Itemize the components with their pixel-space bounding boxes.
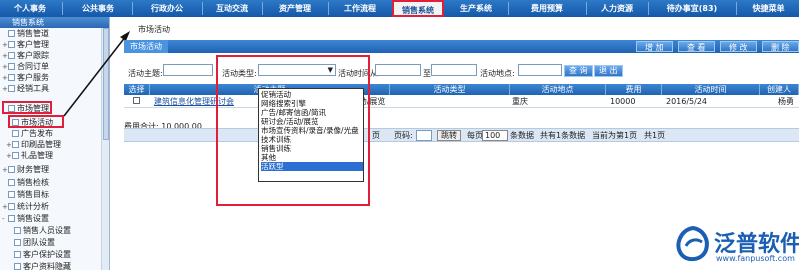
nav-item-public[interactable]: 公共事务: [66, 0, 130, 17]
nav-item-workflow[interactable]: 工作流程: [330, 0, 390, 17]
tab-bar: 市场活动 增 加 查 看 修 改 删 除: [124, 40, 799, 53]
current-page-text: 当前为第1页: [592, 131, 638, 140]
row-creator: 杨勇: [778, 97, 794, 106]
sidebar-item-check[interactable]: 销售检核: [8, 178, 49, 188]
time-from-input[interactable]: [375, 64, 421, 76]
tab-market-activity[interactable]: 市场活动: [124, 40, 168, 53]
col-place[interactable]: 活动地点: [510, 84, 606, 95]
sidebar-item-tools[interactable]: + 经销工具: [2, 84, 49, 94]
sidebar-item-protect[interactable]: 客户保护设置: [14, 250, 71, 260]
sidebar-header: 销售系统: [0, 17, 109, 28]
logo-url: www.fanpusoft.com: [716, 254, 795, 263]
add-button[interactable]: 增 加: [636, 41, 673, 52]
highlight-marketing: [2, 101, 52, 114]
sidebar-item-target[interactable]: 销售目标: [8, 190, 49, 200]
col-date[interactable]: 活动时间: [662, 84, 760, 95]
row-checkbox[interactable]: [133, 95, 140, 108]
time-to-input[interactable]: [431, 64, 477, 76]
nav-item-assets[interactable]: 资产管理: [264, 0, 326, 17]
nav-item-hr[interactable]: 人力资源: [588, 0, 646, 17]
logo-icon: [676, 226, 709, 262]
total-pages-text: 共1页: [644, 131, 666, 140]
edit-button[interactable]: 修 改: [720, 41, 757, 52]
nav-item-sales[interactable]: 销售系统: [392, 0, 444, 17]
top-nav: 个人事务 公共事务 行政办公 互动交流 资产管理 工作流程 销售系统 生产系统 …: [0, 0, 799, 17]
sidebar-item-team[interactable]: 团队设置: [14, 238, 55, 248]
pager-prev-text: 页: [372, 131, 380, 140]
sidebar-item-gifts[interactable]: + 礼品管理: [6, 151, 53, 161]
delete-button[interactable]: 删 除: [762, 41, 799, 52]
count-text: 共有1条数据: [540, 131, 586, 140]
row-place: 重庆: [512, 97, 528, 106]
nav-item-budget[interactable]: 费用预算: [510, 0, 584, 17]
subject-input[interactable]: [163, 64, 213, 76]
nav-item-todo[interactable]: 待办事宜(83): [650, 0, 734, 17]
highlight-type-filter: [216, 55, 370, 206]
sidebar-item-contracts[interactable]: + 合同订单: [2, 62, 49, 72]
row-cost: 10000: [610, 97, 636, 106]
sidebar-item-settings[interactable]: - 销售设置: [2, 214, 49, 224]
sidebar-item-finance[interactable]: + 财务管理: [2, 165, 49, 175]
sidebar-item-ads[interactable]: 广告发布: [12, 129, 53, 139]
nav-item-production[interactable]: 生产系统: [446, 0, 506, 17]
nav-item-admin[interactable]: 行政办公: [134, 0, 200, 17]
nav-item-personal[interactable]: 个人事务: [0, 0, 60, 17]
sidebar-item-customers[interactable]: + 客户管理: [2, 40, 49, 50]
to-label: 至: [423, 69, 431, 78]
col-creator[interactable]: 创建人: [760, 84, 799, 95]
subject-label: 活动主题:: [128, 69, 163, 78]
sidebar-item-hide[interactable]: 客户资料隐藏: [14, 262, 71, 270]
exit-button[interactable]: 退 出: [594, 65, 623, 77]
nav-item-interaction[interactable]: 互动交流: [204, 0, 260, 17]
place-input[interactable]: [518, 64, 562, 76]
sidebar-item-sales-pipeline[interactable]: 销售管道: [8, 29, 49, 39]
sidebar-item-tracking[interactable]: + 客户跟踪: [2, 51, 49, 61]
nav-item-shortcut[interactable]: 快捷菜单: [738, 0, 799, 17]
sidebar-item-service[interactable]: + 客户服务: [2, 73, 49, 83]
sidebar-item-staff[interactable]: 销售人员设置: [14, 226, 71, 236]
query-button[interactable]: 查 询: [564, 65, 593, 77]
sidebar-item-stats[interactable]: + 统计分析: [2, 202, 49, 212]
per-page-unit: 条数据: [510, 131, 534, 140]
highlight-market-activity: [8, 115, 64, 128]
view-button[interactable]: 查 看: [678, 41, 715, 52]
place-label: 活动地点:: [480, 69, 515, 78]
col-cost[interactable]: 费用: [606, 84, 662, 95]
jump-button[interactable]: 跳转: [437, 130, 461, 141]
col-select: 选择: [124, 84, 150, 95]
col-type[interactable]: 活动类型: [390, 84, 510, 95]
per-page-select[interactable]: 100: [482, 130, 508, 141]
row-date: 2016/5/24: [666, 97, 708, 106]
page-input[interactable]: [416, 130, 432, 141]
breadcrumb: 市场活动: [138, 25, 170, 34]
sidebar-item-print[interactable]: + 印刷品管理: [6, 140, 61, 150]
per-page-label: 每页: [467, 131, 483, 140]
pager-page-label: 页码:: [394, 131, 413, 140]
